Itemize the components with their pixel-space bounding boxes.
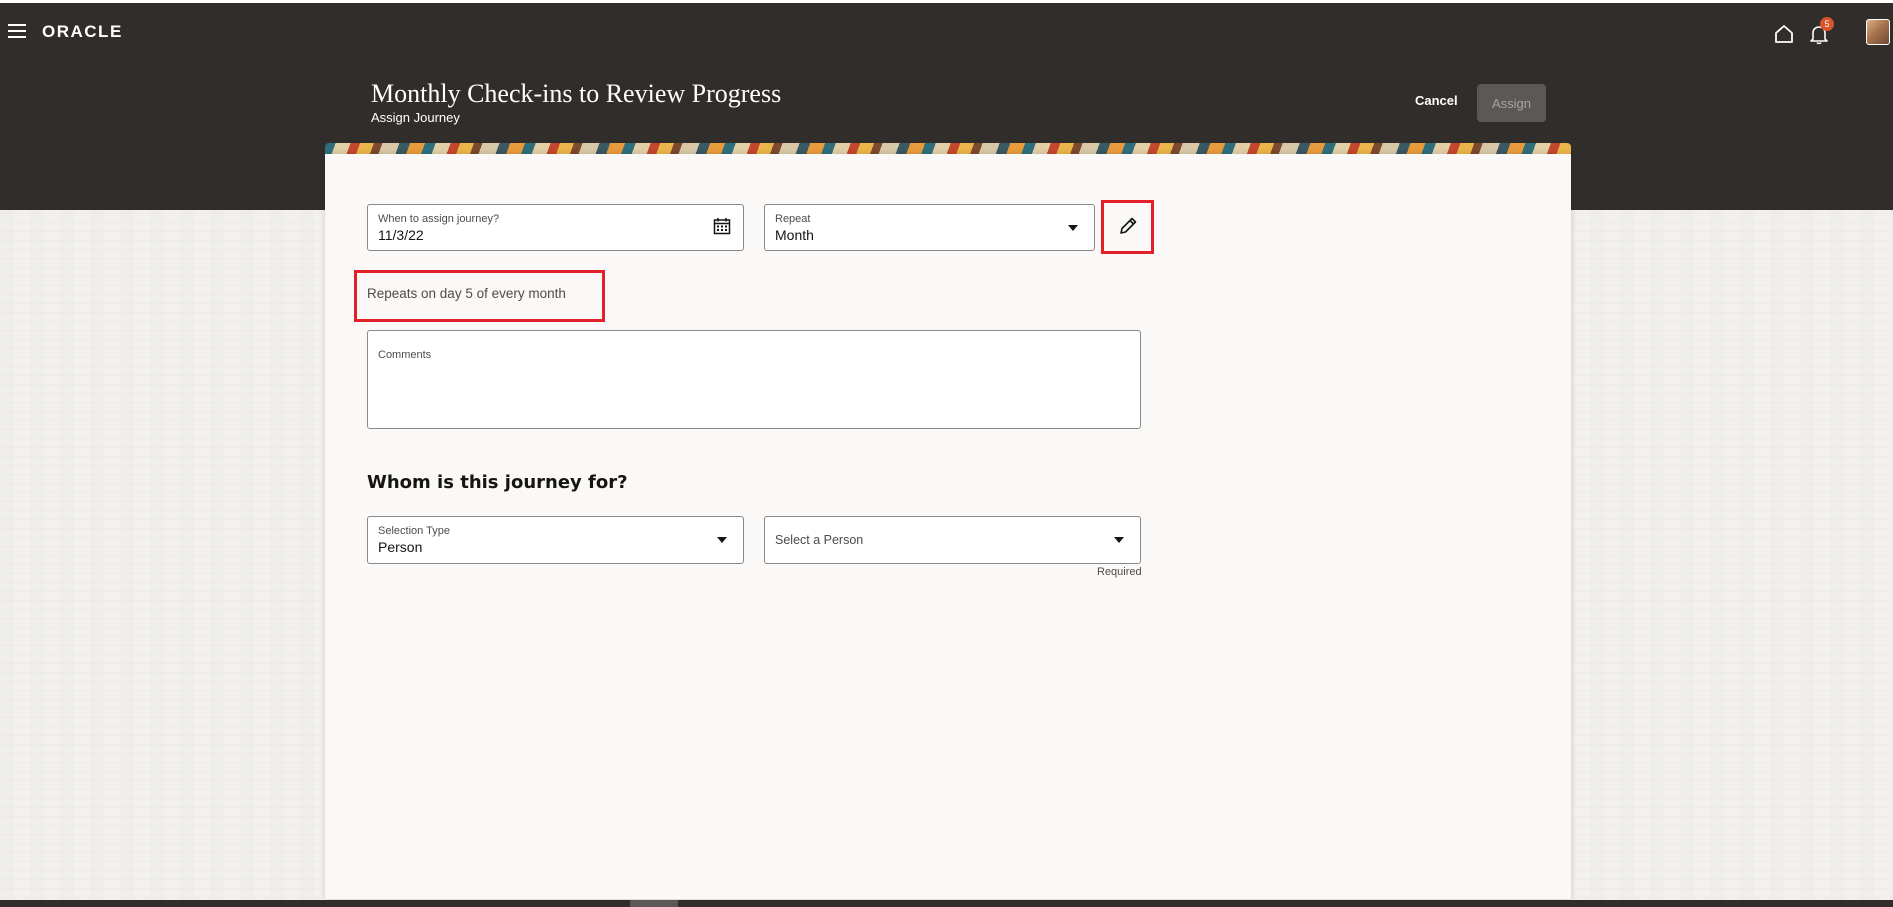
avatar[interactable] [1866,19,1890,45]
comments-textarea[interactable]: Comments [367,330,1141,429]
repeat-summary: Repeats on day 5 of every month [367,286,566,301]
person-select[interactable]: Select a Person [764,516,1141,564]
assign-date-field[interactable]: When to assign journey? 11/3/22 [367,204,744,251]
chevron-down-icon[interactable] [1068,225,1078,231]
selection-type-value: Person [378,539,423,555]
chevron-down-icon[interactable] [717,537,727,543]
page-title: Monthly Check-ins to Review Progress [371,79,782,108]
selection-type-label: Selection Type [378,525,450,537]
cancel-button[interactable]: Cancel [1415,93,1458,108]
repeat-label: Repeat [775,213,811,225]
pencil-icon [1120,217,1137,234]
hamburger-icon[interactable] [8,24,26,40]
assign-date-label: When to assign journey? [378,213,500,225]
scrollbar-thumb[interactable] [630,900,678,907]
repeat-value: Month [775,227,814,243]
section-heading: Whom is this journey for? [367,472,628,493]
bottom-scrollbar[interactable] [0,900,1893,907]
required-note: Required [1097,566,1142,578]
chevron-down-icon[interactable] [1114,537,1124,543]
home-icon[interactable] [1773,23,1795,45]
notification-badge: 5 [1820,17,1834,31]
assign-button[interactable]: Assign [1477,84,1546,122]
calendar-icon[interactable] [713,217,731,235]
assign-date-value[interactable]: 11/3/22 [378,227,424,243]
oracle-logo: ORACLE [42,22,123,41]
decorative-banner [325,143,1571,154]
page-subtitle: Assign Journey [371,110,460,125]
comments-label: Comments [378,349,432,361]
selection-type-select[interactable]: Selection Type Person [367,516,744,564]
person-placeholder: Select a Person [775,533,864,547]
repeat-select[interactable]: Repeat Month [764,204,1095,251]
edit-repeat-button[interactable] [1101,200,1154,254]
